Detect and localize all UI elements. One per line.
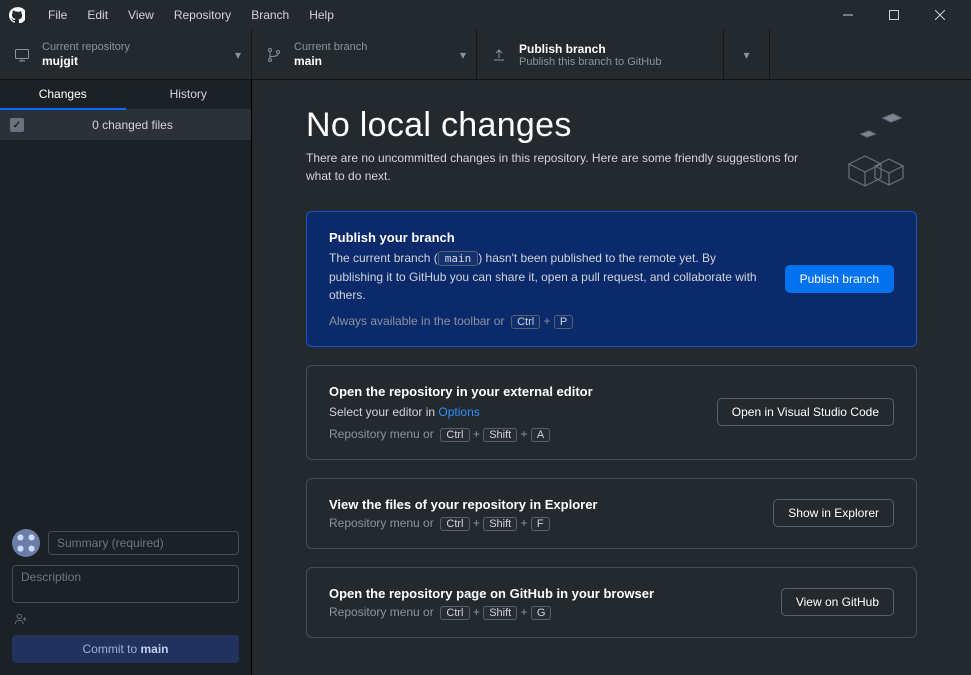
menu-file[interactable]: File (38, 0, 77, 30)
toolbar-repo-value: mujgit (42, 54, 130, 68)
add-coauthor-button[interactable] (12, 611, 239, 627)
card-github-hint: Repository menu or Ctrl + Shift + G (329, 605, 761, 619)
toolbar-publish-branch[interactable]: Publish branch Publish this branch to Gi… (477, 30, 724, 79)
card-editor-text: Select your editor in Options (329, 403, 697, 421)
empty-state-illustration (821, 110, 911, 190)
upload-icon (491, 47, 507, 63)
changed-files-count: 0 changed files (24, 118, 241, 132)
chevron-down-icon: ▾ (235, 48, 241, 62)
card-github-title: Open the repository page on GitHub in yo… (329, 586, 761, 601)
toolbar-current-branch[interactable]: Current branch main ▾ (252, 30, 477, 79)
publish-branch-button[interactable]: Publish branch (785, 265, 894, 293)
card-publish-hint: Always available in the toolbar or Ctrl … (329, 314, 765, 328)
main-panel: No local changes There are no uncommitte… (252, 80, 971, 675)
menu-repository[interactable]: Repository (164, 0, 241, 30)
page-subtitle: There are no uncommitted changes in this… (306, 149, 826, 185)
window-close-button[interactable] (917, 0, 963, 30)
options-link[interactable]: Options (438, 405, 479, 419)
card-editor-hint: Repository menu or Ctrl + Shift + A (329, 427, 697, 441)
commit-button[interactable]: Commit to main (12, 635, 239, 663)
commit-form: Commit to main (0, 521, 251, 675)
toolbar-repo-label: Current repository (42, 41, 130, 53)
sidebar-tabs: Changes History (0, 80, 251, 110)
card-show-explorer: View the files of your repository in Exp… (306, 478, 917, 549)
branch-pill: main (438, 251, 479, 266)
commit-description-input[interactable] (12, 565, 239, 603)
toolbar-branch-label: Current branch (294, 41, 367, 53)
show-in-explorer-button[interactable]: Show in Explorer (773, 499, 894, 527)
chevron-down-icon: ▾ (743, 48, 749, 62)
card-publish-text: The current branch (main) hasn't been pu… (329, 249, 765, 304)
card-explorer-title: View the files of your repository in Exp… (329, 497, 753, 512)
toolbar-branch-value: main (294, 54, 367, 68)
chevron-down-icon: ▾ (460, 48, 466, 62)
tab-history[interactable]: History (126, 80, 252, 110)
card-publish-title: Publish your branch (329, 230, 765, 245)
desktop-icon (14, 47, 30, 63)
card-explorer-hint: Repository menu or Ctrl + Shift + F (329, 516, 753, 530)
view-on-github-button[interactable]: View on GitHub (781, 588, 894, 616)
menu-edit[interactable]: Edit (77, 0, 118, 30)
tab-changes[interactable]: Changes (0, 80, 126, 110)
select-all-checkbox[interactable]: ✓ (10, 118, 24, 132)
avatar (12, 529, 40, 557)
sidebar: Changes History ✓ 0 changed files Commit… (0, 80, 252, 675)
commit-summary-input[interactable] (48, 531, 239, 555)
card-view-github: Open the repository page on GitHub in yo… (306, 567, 917, 638)
window-maximize-button[interactable] (871, 0, 917, 30)
toolbar-current-repository[interactable]: Current repository mujgit ▾ (0, 30, 252, 79)
card-open-editor: Open the repository in your external edi… (306, 365, 917, 460)
changed-files-header: ✓ 0 changed files (0, 110, 251, 140)
toolbar-publish-desc: Publish this branch to GitHub (519, 56, 661, 68)
menu-view[interactable]: View (118, 0, 164, 30)
card-editor-title: Open the repository in your external edi… (329, 384, 697, 399)
app-logo-icon (8, 6, 26, 24)
menu-branch[interactable]: Branch (241, 0, 299, 30)
toolbar-overflow[interactable]: ▾ (724, 30, 770, 79)
open-in-vscode-button[interactable]: Open in Visual Studio Code (717, 398, 894, 426)
card-publish-branch: Publish your branch The current branch (… (306, 211, 917, 347)
toolbar-publish-label: Publish branch (519, 42, 661, 56)
menubar: File Edit View Repository Branch Help (0, 0, 971, 30)
menu-help[interactable]: Help (299, 0, 344, 30)
git-branch-icon (266, 47, 282, 63)
toolbar: Current repository mujgit ▾ Current bran… (0, 30, 971, 80)
window-minimize-button[interactable] (825, 0, 871, 30)
